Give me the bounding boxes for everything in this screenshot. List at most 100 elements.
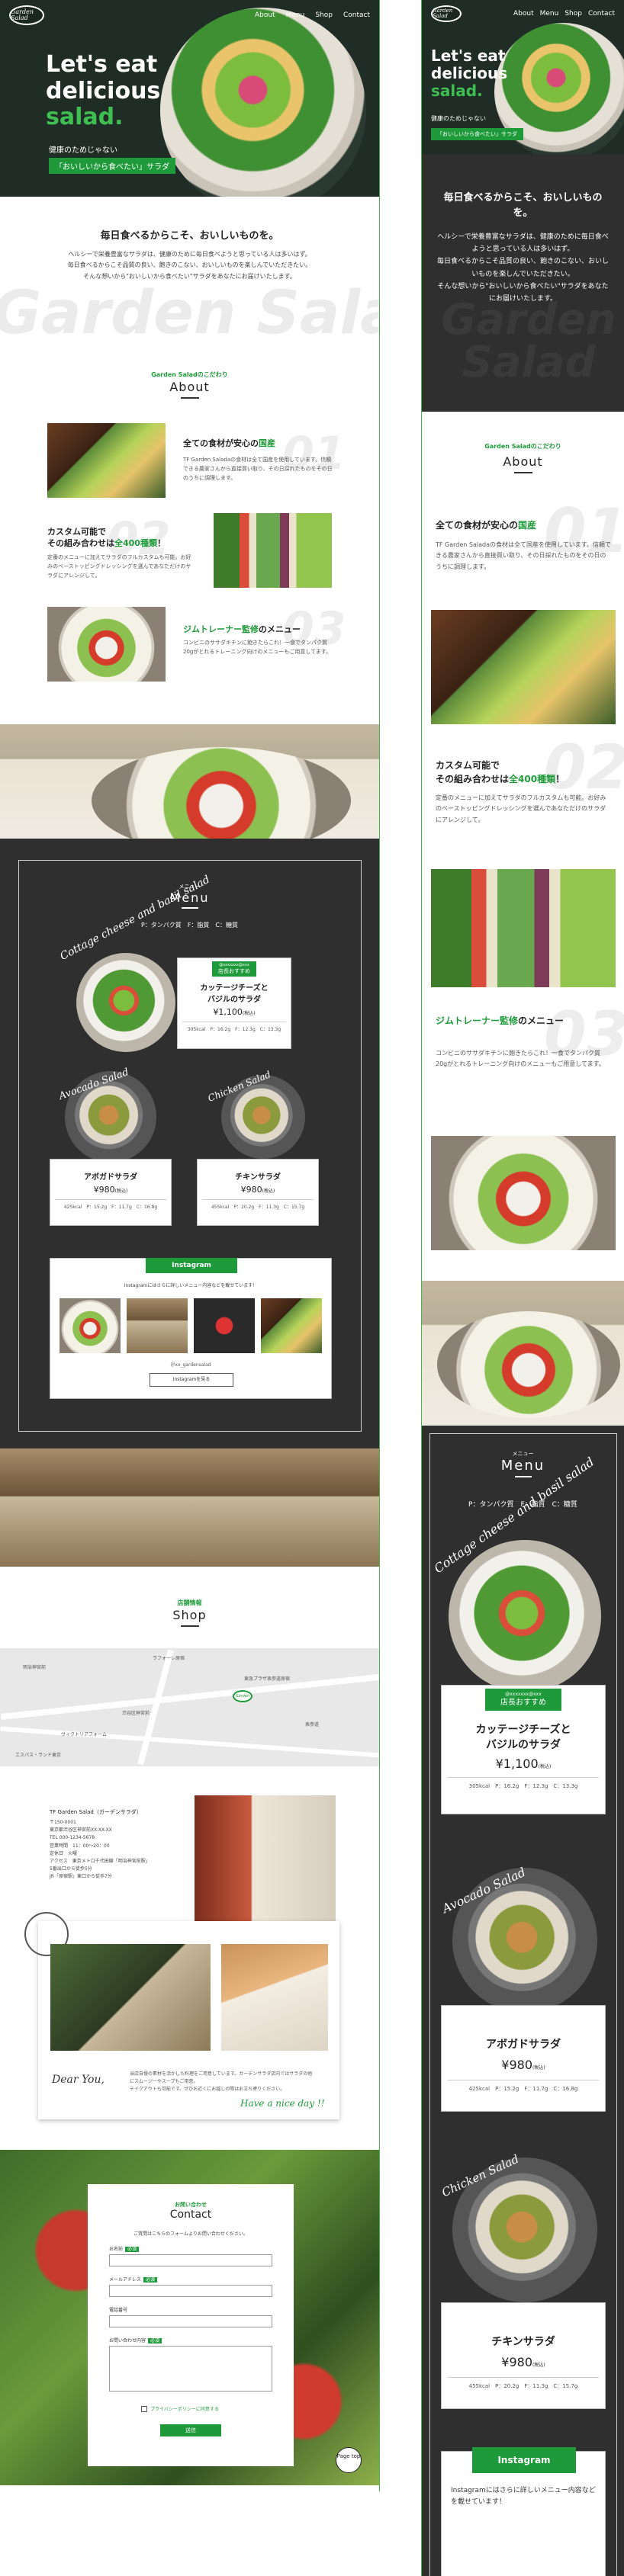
sp-about-body-2: 定番のメニューに加えてサラダのフルカスタムも可能。お好みのベーストッピングドレッ… [436,794,606,823]
sp-hero-tag: 「おいしいから食べたい」サラダ [431,128,523,140]
shop-front-image [195,1795,336,1925]
menu-kcal: 305kcal P：16.2g F：12.3g C：13.3g [448,1776,599,1790]
hero-line-3: salad. [431,82,483,100]
sp-layout: Let's eat delicious salad. 健康のためじゃない 「おい… [421,0,624,2576]
instagram-thumb[interactable] [127,1298,188,1353]
shop-info-line: アクセス 東京メトロ千代田線「明治神宮前駅」 [50,1858,150,1864]
shop-info-line: 営業時間 11：00〜20：00 [50,1843,110,1849]
map-label: ラフォーレ原宿 [153,1656,185,1661]
menu-price: ¥980(税込) [93,1185,128,1195]
shop-info: TF Garden Salad（ガーデンサラダ） 〒150-0001 東京都渋谷… [50,1808,179,1881]
sp-about-heading-1: 全ての食材が安心の国産 [436,520,537,531]
menu-card-1: @xxxxxxx@xxx 店長おすすめ カッテージチーズと バジルのサラダ ¥1,… [441,1685,606,1814]
hero-tag: 「おいしいから食べたい」サラダ [49,158,175,174]
field-label-message: お問い合わせ内容 必須 [109,2337,162,2343]
hero-line-1: Let's eat [431,47,506,65]
about-heading: 全ての食材が安心の国産 [183,438,275,448]
menu-price: ¥980(税込) [501,2355,545,2369]
instagram-thumb[interactable] [194,1298,255,1353]
sp-nav: About Menu Shop Contact [513,10,615,18]
menu-name: チキンサラダ [235,1173,281,1182]
shop-info-line: JR「原宿駅」東口から徒歩7分 [50,1874,112,1880]
nav-contact[interactable]: Contact [588,10,615,18]
field-label-tel: 電話番号 [109,2308,128,2313]
menu-price: ¥980(税込) [501,2058,545,2072]
cafe-interior-image [0,1448,379,1567]
vegetable-basket-image [431,610,616,724]
instagram-badge: Instagram [146,1258,237,1273]
sp-about-heading-2: カスタム可能で その組み合わせは全400種類！ [436,760,565,784]
shop-eyebrow: 店舗情報 [177,1599,202,1606]
hero-sub: 健康のためじゃない [49,146,117,155]
shop-map[interactable]: Garden ラフォーレ原宿 明治神宮前 東急プラザ表参道原宿 表参道 ヴィクト… [0,1648,379,1766]
instagram-text: Instagramにはさらに詳しいメニュー内容などを載せています！ [124,1283,258,1288]
about-body: コンビニのササダキチンに飽きたらこれ！一食でタンパク質20gがとれるトレーニング… [183,640,332,655]
field-label-name: お名前 必須 [109,2245,140,2252]
menu-kcal: 425kcal P：15.2g F：11.7g C：16.8g [55,1199,166,1210]
table-salad-banner [422,1281,624,1426]
nav-shop[interactable]: Shop [315,11,333,19]
hero-line-2: delicious [46,77,161,104]
email-field[interactable] [109,2285,272,2297]
about-body: 定番のメニューに加えてサラダのフルカスタムも可能。お好みのベーストッピングドレッ… [47,554,191,579]
instagram-badge: Instagram [472,2447,576,2473]
instagram-thumb[interactable] [261,1298,322,1353]
takeout-cups-image [221,1944,328,2051]
nav-menu[interactable]: Menu [540,10,559,18]
instagram-thumb[interactable] [60,1298,121,1353]
about-heading: カスタム可能で その組み合わせは全400種類！ [47,527,166,549]
nutrition-legend: P：タンパク質 F：脂質 C：糖質 [140,922,238,929]
sp-about-body-1: TF Garden Saladaの食材は全て国産を使用しています。信頼できる農家… [436,541,611,570]
sp-intro-heading: 毎日食べるからこそ、おいしいものを。 [443,192,603,219]
map-pin[interactable]: Garden [233,1690,252,1702]
map-label: 渋谷区神宮前 [122,1711,150,1716]
instagram-button[interactable]: Instagramを見る [150,1373,233,1387]
about-body: TF Garden Saladaの食材は全て国産を使用しています。信頼できる農家… [183,457,333,481]
nav-shop[interactable]: Shop [564,10,582,18]
message-field[interactable] [109,2346,272,2392]
postcard-letter: 当店自慢の素材を活かした料理をご用意しています。ガーデンサラダ店内ではサラダの他… [130,2071,313,2093]
submit-button[interactable]: 送信 [160,2424,221,2436]
sp-about-heading-3: ジムトレーナー監修のメニュー [436,1015,564,1026]
menu-name: アボガドサラダ [84,1173,137,1182]
shop-info-line: 〒150-0001 [50,1820,76,1825]
about-eyebrow: Garden Saladのこだわり [484,443,561,450]
menu-card-2: アボガドサラダ ¥980(税込) 425kcal P：15.2g F：11.7g… [50,1159,172,1226]
shop-title: Shop [0,1608,379,1627]
map-label: エスパス・ランド東京 [15,1753,62,1758]
vegetable-basket-image [47,423,166,498]
menu-kcal: 455kcal P：20.2g F：11.3g C：15.7g [202,1199,314,1210]
instagram-box: Instagram Instagramにはさらに詳しいメニュー内容などを載せてい… [441,2447,606,2576]
nav-about[interactable]: About [255,11,275,19]
hero-line-3: salad. [46,104,124,130]
table-salad-banner [0,724,379,839]
menu-plate-1 [76,953,175,1052]
map-label: 表参道 [305,1722,320,1727]
tel-field[interactable] [109,2315,272,2327]
privacy-checkbox[interactable]: プライバシーポリシーに同意する [141,2405,219,2412]
salad-plate-image [431,1136,616,1250]
shop-info-line: 定休日 火曜 [50,1850,78,1856]
nav-menu[interactable]: Menu [286,11,305,19]
menu-name: アボガドサラダ [486,2039,561,2051]
logo[interactable]: Garden Salad [431,5,462,22]
postcard-dear: Dear You, [52,2074,105,2086]
field-label-email: メールアドレス 必須 [109,2276,158,2282]
menu-kcal: 425kcal P：15.2g F：11.7g C：16.8g [448,2080,599,2093]
name-field[interactable] [109,2254,272,2266]
page-top-button[interactable]: Page top [336,2447,362,2473]
hero-line-2: delicious [431,64,508,82]
menu-card-1: @xxxxxxx@xxx 店長おすすめ カッテージチーズと バジルのサラダ ¥1,… [177,958,291,1049]
nav-about[interactable]: About [513,10,534,18]
about-heading: ジムトレーナー監修のメニュー [183,624,301,634]
instagram-text: Instagramにはさらに詳しいメニュー内容などを載せています！ [451,2487,596,2507]
nav-contact[interactable]: Contact [343,11,370,19]
intro-heading: 毎日食べるからこそ、おいしいものを。 [100,230,279,242]
pc-nav: About Menu Shop Contact [255,11,370,19]
logo[interactable]: Garden Salad [9,5,44,25]
intro-bg-text: Garden Salad [0,279,379,338]
menu-name: カッテージチーズと バジルのサラダ [200,983,269,1004]
sp-menu: メニュー Menu P：タンパク質 F：脂質 C：糖質 Cottage chee… [422,1426,624,2576]
menu-section: メニュー Menu P：タンパク質 F：脂質 C：糖質 Cottage chee… [0,839,379,1448]
sp-hero-sub: 健康のためじゃない [431,115,486,122]
